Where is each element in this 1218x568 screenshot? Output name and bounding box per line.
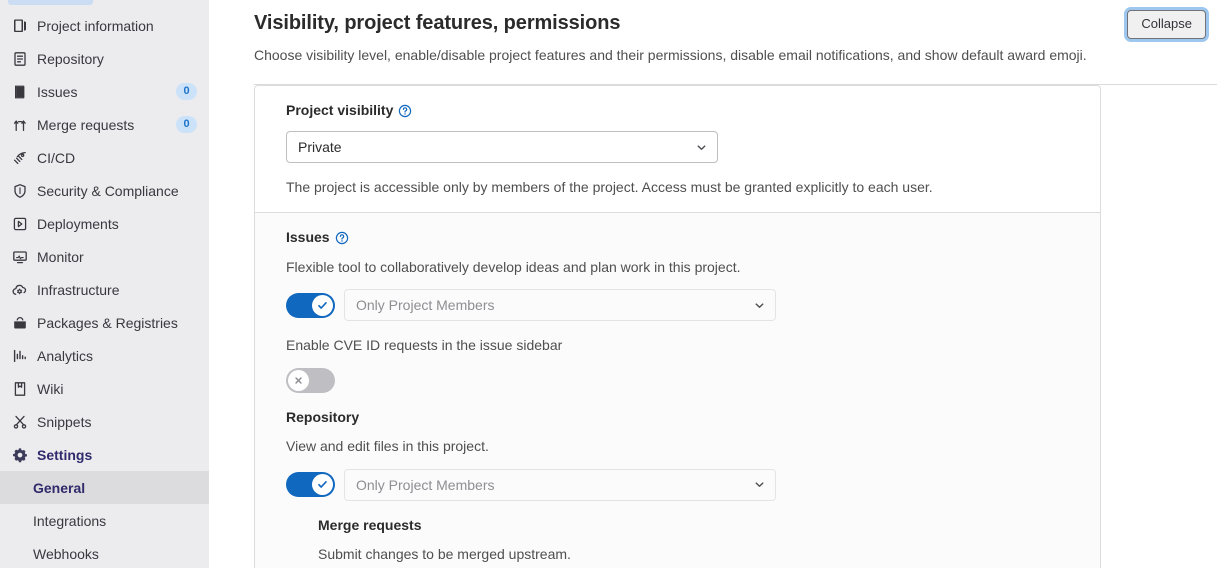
sidebar-item-label: Deployments	[37, 215, 119, 232]
sidebar-item-analytics[interactable]: Analytics	[0, 339, 209, 372]
sidebar-item-packages-registries[interactable]: Packages & Registries	[0, 306, 209, 339]
settings-main-content: Collapse Visibility, project features, p…	[209, 0, 1218, 568]
issues-icon	[12, 84, 28, 100]
sidebar-subitem-label: Integrations	[33, 512, 107, 529]
chevron-down-icon	[753, 478, 766, 491]
question-circle-icon[interactable]	[335, 231, 349, 245]
package-icon	[12, 315, 28, 331]
repository-icon	[12, 51, 28, 67]
sidebar-item-label: Project information	[37, 17, 154, 34]
section-label-text: Project visibility	[286, 102, 394, 119]
close-icon	[288, 369, 309, 391]
sidebar-item-snippets[interactable]: Snippets	[0, 405, 209, 438]
check-icon	[312, 474, 333, 496]
merge-requests-label: Merge requests	[318, 516, 422, 533]
issues-description: Flexible tool to collaboratively develop…	[286, 259, 741, 276]
issues-section: Issues Flexible tool to collaboratively …	[255, 212, 1100, 568]
project-visibility-note: The project is accessible only by member…	[286, 179, 933, 196]
ci-cd-icon	[12, 150, 28, 166]
sidebar-item-label: Issues	[37, 83, 78, 100]
page-title: Visibility, project features, permission…	[254, 12, 621, 34]
merge-requests-description: Submit changes to be merged upstream.	[318, 546, 571, 563]
sidebar-item-label: Wiki	[37, 380, 64, 397]
shield-icon	[12, 183, 28, 199]
sidebar-item-repository[interactable]: Repository	[0, 42, 209, 75]
snippets-icon	[12, 414, 28, 430]
project-information-icon	[12, 18, 28, 34]
skip-to-content-link[interactable]	[8, 0, 93, 5]
sidebar-item-settings[interactable]: Settings	[0, 438, 209, 471]
issues-toggle-row: Only Project Members	[286, 289, 1068, 322]
sidebar-item-label: Settings	[37, 446, 93, 463]
issues-label: Issues	[286, 229, 1068, 246]
sidebar-item-monitor[interactable]: Monitor	[0, 240, 209, 273]
project-sidebar: Project information Repository Issues 0 …	[0, 0, 209, 568]
question-circle-icon[interactable]	[398, 104, 412, 118]
chevron-down-icon	[753, 299, 766, 312]
sidebar-item-infrastructure[interactable]: Infrastructure	[0, 273, 209, 306]
sidebar-item-integrations[interactable]: Integrations	[0, 504, 209, 537]
sidebar-item-general[interactable]: General	[0, 471, 209, 504]
sidebar-item-webhooks[interactable]: Webhooks	[0, 537, 209, 568]
sidebar-item-label: Merge requests	[37, 116, 135, 133]
wiki-icon	[12, 381, 28, 397]
sidebar-badge-issues: 0	[176, 83, 197, 100]
gear-icon	[12, 447, 28, 463]
sidebar-item-label: Analytics	[37, 347, 94, 364]
settings-card: Project visibility Private The project i…	[254, 85, 1101, 568]
merge-requests-icon	[12, 117, 28, 133]
cve-id-requests-label: Enable CVE ID requests in the issue side…	[286, 337, 563, 354]
monitor-icon	[12, 249, 28, 265]
sidebar-item-project-information[interactable]: Project information	[0, 9, 209, 42]
select-value: Only Project Members	[356, 297, 495, 314]
repository-description: View and edit files in this project.	[286, 438, 489, 455]
select-value: Private	[298, 139, 342, 156]
issues-toggle[interactable]	[286, 292, 335, 318]
project-visibility-section: Project visibility Private The project i…	[255, 86, 1100, 212]
deployments-icon	[12, 216, 28, 232]
repository-toggle-row: Only Project Members	[286, 468, 1068, 501]
check-icon	[312, 294, 333, 316]
sidebar-subitem-label: Webhooks	[33, 545, 99, 562]
collapse-button-focus-ring: Collapse	[1124, 7, 1209, 42]
repository-toggle[interactable]	[286, 472, 335, 498]
cve-id-requests-toggle[interactable]	[286, 367, 335, 393]
repository-access-select[interactable]: Only Project Members	[344, 468, 776, 501]
sidebar-item-label: Infrastructure	[37, 281, 120, 298]
chevron-down-icon	[695, 141, 708, 154]
project-visibility-label: Project visibility	[286, 102, 1068, 119]
sidebar-item-label: Repository	[37, 50, 104, 67]
sidebar-item-merge-requests[interactable]: Merge requests 0	[0, 108, 209, 141]
sidebar-item-label: Packages & Registries	[37, 314, 178, 331]
cve-toggle-row	[286, 367, 1068, 393]
select-value: Only Project Members	[356, 476, 495, 493]
sidebar-item-security-compliance[interactable]: Security & Compliance	[0, 174, 209, 207]
sidebar-item-label: Monitor	[37, 248, 84, 265]
issues-access-select[interactable]: Only Project Members	[344, 289, 776, 322]
infrastructure-icon	[12, 282, 28, 298]
sidebar-item-deployments[interactable]: Deployments	[0, 207, 209, 240]
sidebar-item-ci-cd[interactable]: CI/CD	[0, 141, 209, 174]
collapse-button[interactable]: Collapse	[1127, 10, 1206, 39]
sidebar-item-label: CI/CD	[37, 149, 76, 166]
merge-requests-subsection: Merge requests Submit changes to be merg…	[286, 517, 1068, 568]
gitlab-project-settings-page: Project information Repository Issues 0 …	[0, 0, 1218, 568]
sidebar-badge-merge-requests: 0	[176, 116, 197, 133]
repository-label: Repository	[286, 408, 360, 425]
project-visibility-select[interactable]: Private	[286, 131, 718, 164]
sidebar-subitem-label: General	[33, 479, 86, 496]
sidebar-item-wiki[interactable]: Wiki	[0, 372, 209, 405]
analytics-icon	[12, 348, 28, 364]
section-label-text: Issues	[286, 229, 330, 246]
page-description: Choose visibility level, enable/disable …	[254, 47, 1087, 63]
sidebar-item-label: Snippets	[37, 413, 92, 430]
sidebar-item-issues[interactable]: Issues 0	[0, 75, 209, 108]
sidebar-item-label: Security & Compliance	[37, 182, 179, 199]
